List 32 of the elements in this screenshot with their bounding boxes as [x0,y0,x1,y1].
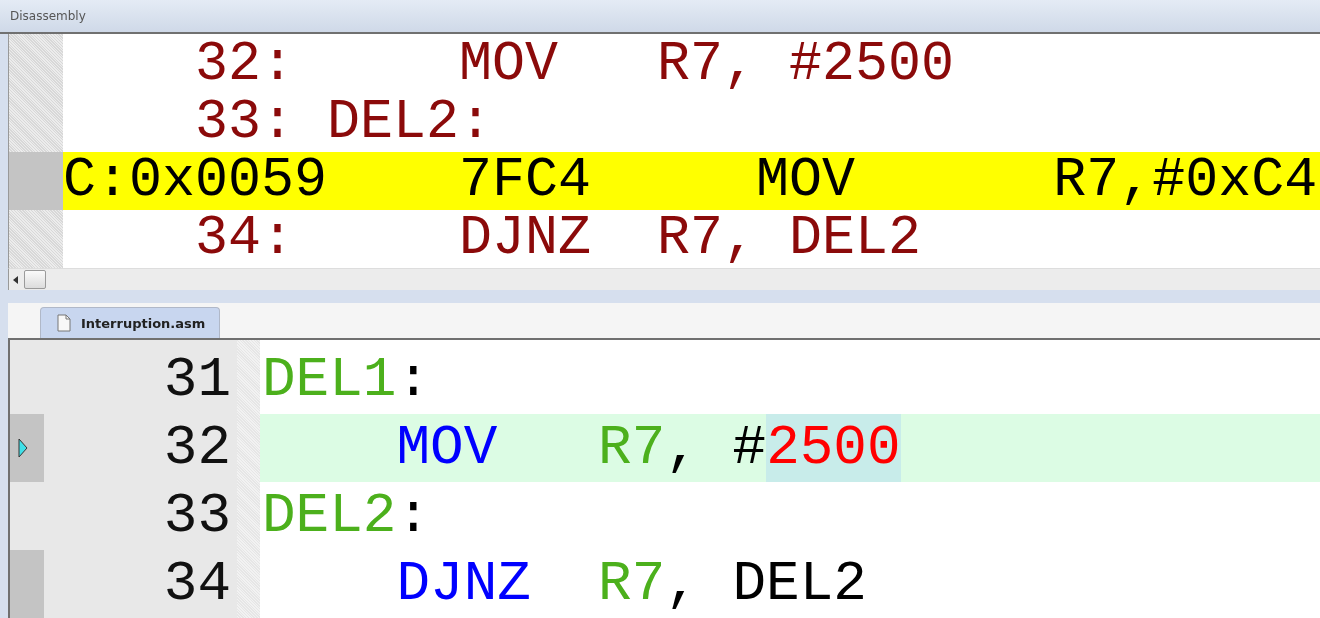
left-arrow-icon[interactable] [13,275,18,284]
code-token: : [396,483,431,550]
code-token: DEL2 [262,483,397,550]
code-token: , [665,415,699,482]
disassembly-row[interactable]: C:0x0059 7FC4 MOV R7,#0xC4 [63,151,1320,210]
code-token: # [732,415,767,482]
instruction-keyword: DJNZ [396,551,531,618]
line-number: 31 [163,347,232,414]
line-number: 33: [195,93,296,152]
scroll-thumb[interactable] [24,270,46,289]
line-number: 33 [163,483,232,550]
code-token: , [665,551,699,618]
instruction-keyword: MOV [459,35,560,94]
current-line-icon [18,438,28,458]
register-name: R7 [598,415,666,482]
code-token: : [396,347,431,414]
instruction-operands: R7, #2500 [657,35,955,94]
register-name: R7 [598,551,666,618]
instruction-keyword: MOV [396,415,498,482]
number-literal: 2500 [766,414,901,482]
line-number: 32 [163,415,232,482]
code-token: DEL1 [262,347,397,414]
line-number: 34 [163,551,232,618]
panel-title: Disassembly [10,8,86,23]
instruction-keyword: DJNZ [459,209,593,268]
line-number: 34: [195,209,296,268]
code-token: DEL2 [732,551,867,618]
code-label: DEL2: [327,93,493,152]
file-tab[interactable]: Interruption.asm [40,307,221,338]
line-number: 32: [195,35,296,94]
instruction-operands: R7, DEL2 [657,209,922,268]
document-icon [57,314,71,332]
